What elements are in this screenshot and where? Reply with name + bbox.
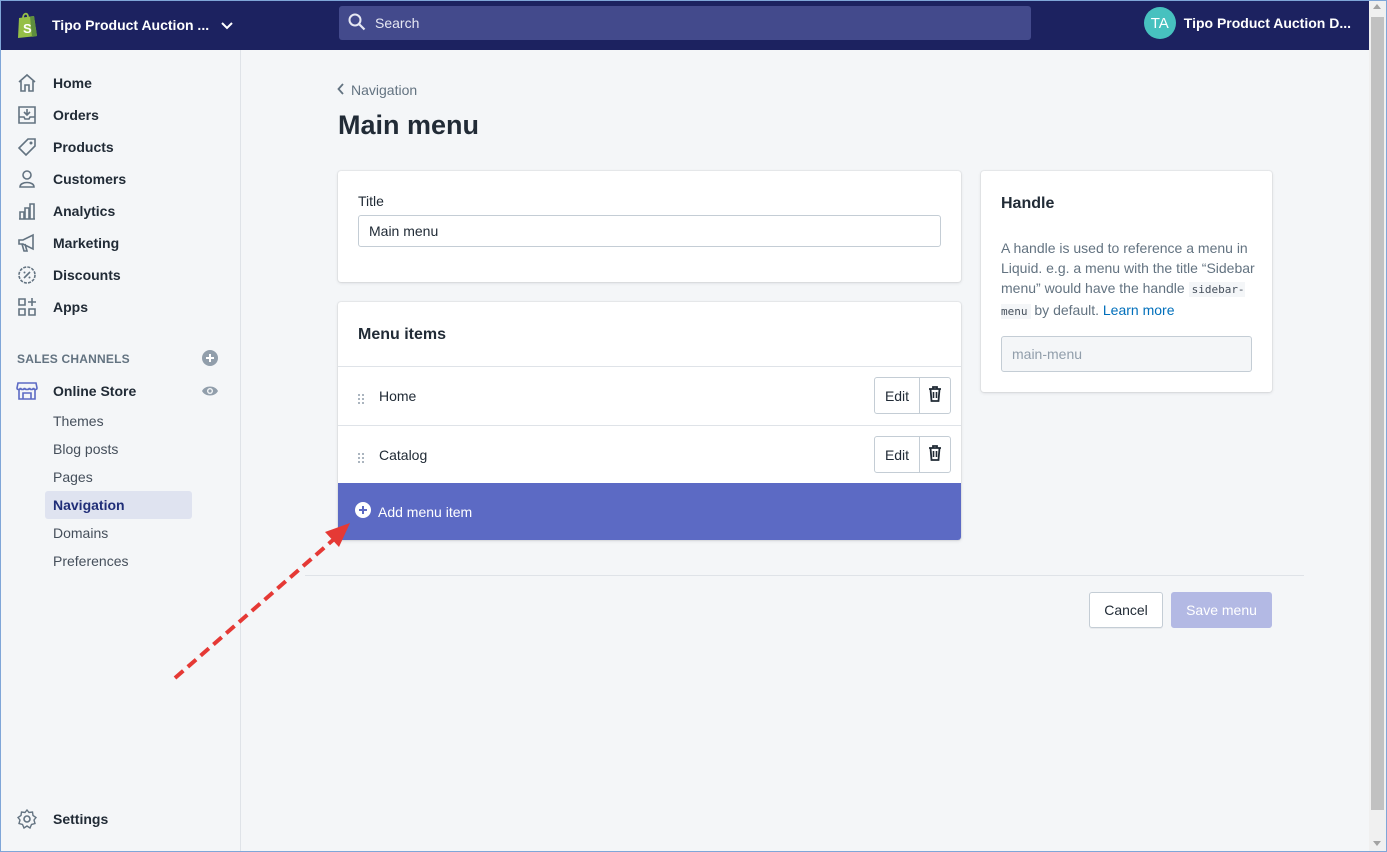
discount-icon [16, 264, 38, 286]
title-label: Title [358, 193, 384, 209]
store-switcher[interactable]: S Tipo Product Auction ... [12, 0, 233, 50]
sidebar-item-label: Analytics [53, 203, 116, 219]
menu-item-row: Catalog Edit [338, 425, 961, 484]
scrollbar-thumb[interactable] [1371, 17, 1384, 810]
sidebar-item-products[interactable]: Products [16, 133, 114, 161]
sidebar-item-online-store[interactable]: Online Store [16, 377, 136, 405]
sales-channels-heading: SALES CHANNELS [17, 352, 130, 366]
sidebar: Home Orders Products Customers Analytics… [0, 50, 241, 852]
handle-input[interactable]: main-menu [1001, 336, 1252, 372]
drag-handle-icon[interactable] [358, 391, 364, 407]
edit-button[interactable]: Edit [874, 377, 920, 414]
sidebar-item-discounts[interactable]: Discounts [16, 261, 121, 289]
sidebar-subitem-pages[interactable]: Pages [45, 463, 192, 491]
menu-items-heading: Menu items [358, 326, 447, 343]
add-channel-icon[interactable] [202, 350, 218, 366]
shopify-bag-icon: S [12, 10, 42, 40]
add-menu-item-button[interactable]: Add menu item [338, 483, 961, 540]
scroll-down-arrow-icon[interactable] [1373, 841, 1381, 846]
user-menu[interactable]: TA Tipo Product Auction D... [1143, 0, 1351, 46]
sidebar-subitem-blog-posts[interactable]: Blog posts [45, 435, 192, 463]
add-menu-item-label: Add menu item [378, 503, 473, 520]
chevron-down-icon [221, 17, 233, 33]
trash-icon [928, 386, 942, 405]
sidebar-item-orders[interactable]: Orders [16, 101, 99, 129]
user-name: Tipo Product Auction D... [1183, 15, 1351, 31]
sidebar-item-customers[interactable]: Customers [16, 165, 126, 193]
search-input[interactable]: Search [339, 6, 1031, 40]
tag-icon [16, 136, 38, 158]
megaphone-icon [16, 232, 38, 254]
eye-icon[interactable] [201, 384, 219, 401]
delete-button[interactable] [919, 436, 951, 473]
sidebar-item-label: Settings [53, 811, 109, 827]
sidebar-item-label: Customers [53, 171, 127, 187]
trash-icon [928, 445, 942, 464]
svg-text:S: S [23, 21, 32, 36]
sidebar-item-label: Products [53, 139, 114, 155]
page-title: Main menu [338, 110, 480, 140]
sidebar-item-label: Home [53, 75, 92, 91]
menu-item-label: Catalog [379, 447, 428, 463]
divider [305, 575, 1304, 576]
menu-item-label: Home [379, 388, 417, 404]
search-placeholder: Search [375, 15, 420, 31]
sidebar-subitem-themes[interactable]: Themes [45, 407, 192, 435]
learn-more-link[interactable]: Learn more [1103, 302, 1175, 318]
gear-icon [16, 808, 38, 830]
handle-description: A handle is used to reference a menu in … [1001, 238, 1256, 322]
sidebar-item-label: Apps [53, 299, 88, 315]
bar-chart-icon [16, 200, 38, 222]
menu-item-row: Home Edit [338, 366, 961, 425]
store-icon [16, 380, 38, 402]
title-card: Title Main menu [338, 171, 961, 282]
store-name: Tipo Product Auction ... [52, 17, 210, 33]
apps-icon [16, 296, 38, 318]
sidebar-item-analytics[interactable]: Analytics [16, 197, 115, 225]
cancel-button[interactable]: Cancel [1089, 592, 1163, 628]
sidebar-item-marketing[interactable]: Marketing [16, 229, 119, 257]
sidebar-item-label: Online Store [53, 383, 137, 399]
handle-card: Handle A handle is used to reference a m… [981, 171, 1272, 392]
breadcrumb-link[interactable]: Navigation [351, 82, 417, 98]
sidebar-item-apps[interactable]: Apps [16, 293, 88, 321]
handle-heading: Handle [1001, 195, 1055, 212]
scroll-up-arrow-icon[interactable] [1373, 4, 1381, 9]
annotation-arrow-icon [173, 523, 350, 680]
sidebar-item-settings[interactable]: Settings [16, 805, 108, 833]
top-bar: S Tipo Product Auction ... Search TA Tip… [0, 0, 1369, 50]
drag-handle-icon[interactable] [358, 450, 364, 466]
delete-button[interactable] [919, 377, 951, 414]
scrollbar[interactable] [1369, 0, 1386, 852]
title-input[interactable]: Main menu [358, 215, 941, 247]
edit-button[interactable]: Edit [874, 436, 920, 473]
avatar: TA [1143, 7, 1176, 39]
home-icon [16, 72, 38, 94]
sidebar-item-label: Orders [53, 107, 99, 123]
search-icon [348, 13, 375, 34]
save-menu-button[interactable]: Save menu [1171, 592, 1272, 628]
sidebar-item-label: Discounts [53, 267, 121, 283]
breadcrumb[interactable]: Navigation [337, 80, 417, 100]
person-icon [16, 168, 38, 190]
sidebar-item-home[interactable]: Home [16, 69, 92, 97]
sidebar-item-label: Marketing [53, 235, 120, 251]
chevron-left-icon [337, 82, 351, 98]
orders-icon [16, 104, 38, 126]
menu-items-card: Menu items Home Edit Catalog Edit Add me… [338, 302, 961, 540]
handle-desc-text: by default. [1030, 302, 1103, 318]
